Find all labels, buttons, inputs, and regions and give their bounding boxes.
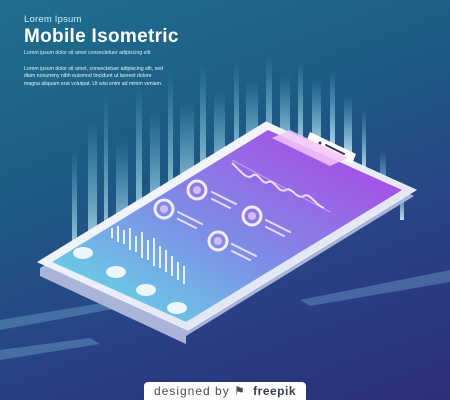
credit-brand: freepik xyxy=(253,384,297,398)
credit-bar: designed by ⚑ freepik xyxy=(0,382,450,400)
header-text-block: Lorem Ipsum Mobile Isometric Lorem ipsum… xyxy=(24,14,179,56)
main-title: Mobile Isometric xyxy=(24,26,179,47)
eyebrow-label: Lorem Ipsum xyxy=(24,14,82,25)
freepik-logo-icon: ⚑ xyxy=(234,384,246,398)
credit-badge: designed by ⚑ freepik xyxy=(143,382,307,400)
tagline: Lorem ipsum dolor sit amet consectetuer … xyxy=(24,50,151,56)
isometric-artwork xyxy=(0,55,450,360)
body-paragraph: Lorem ipsum dolor sit amet, consectetuer… xyxy=(24,66,163,87)
credit-prefix: designed by xyxy=(153,384,230,398)
illustration-canvas: Lorem Ipsum Mobile Isometric Lorem ipsum… xyxy=(0,0,450,400)
